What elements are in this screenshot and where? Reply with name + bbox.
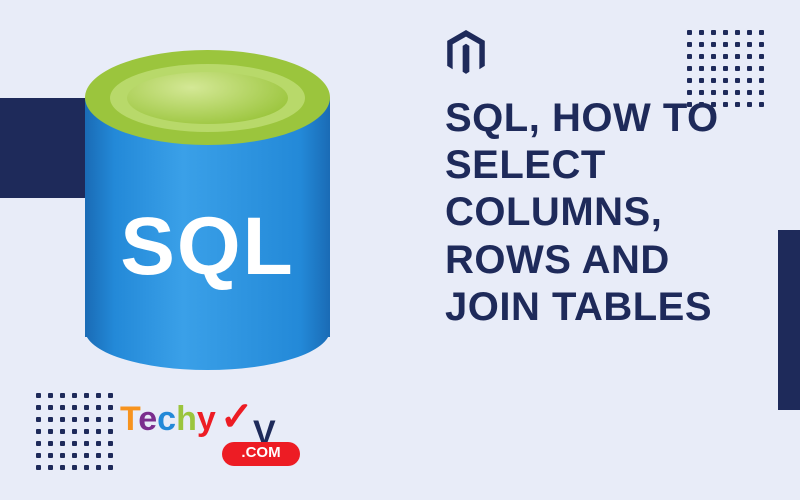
article-title: SQL, HOW TO SELECT COLUMNS, ROWS AND JOI… [445, 95, 775, 331]
logo-dotcom-badge: .COM [222, 442, 300, 466]
techyv-logo: Techy ✓ V .COM [120, 400, 320, 470]
logo-letter-y: y [197, 400, 216, 438]
logo-letter-h: h [176, 400, 197, 438]
logo-letter-c: c [157, 400, 176, 438]
magento-icon [445, 30, 487, 78]
logo-checkmark-icon: ✓ [220, 394, 254, 440]
dot-pattern-bottom-left [36, 393, 113, 470]
sql-database-illustration: SQL [85, 50, 330, 370]
logo-letter-t: T [120, 400, 138, 438]
navy-accent-right [778, 230, 800, 410]
logo-letter-e: e [138, 400, 157, 438]
cylinder-label: SQL [85, 200, 330, 294]
